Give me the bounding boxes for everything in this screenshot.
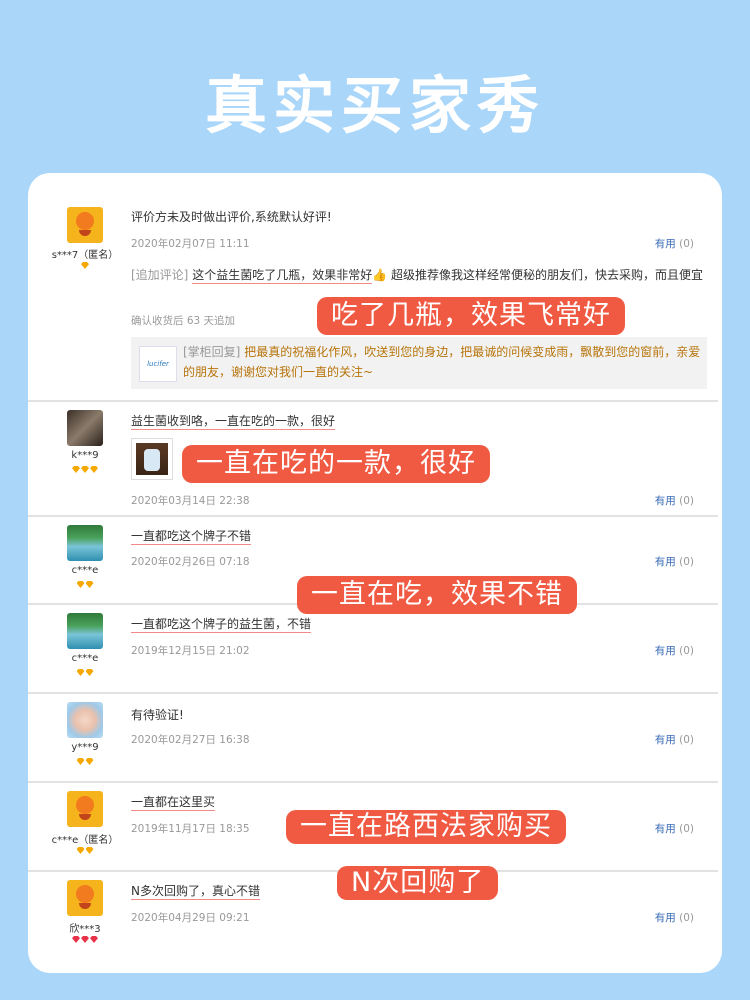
rank-gems xyxy=(28,669,142,679)
rank-gems xyxy=(28,758,142,768)
useful-button[interactable]: 有用 (0) xyxy=(655,910,694,925)
review-item: s***7（匿名） 评价方未及时做出评价,系统默认好评! 2020年02月07日… xyxy=(28,173,718,402)
gold-gem-icon xyxy=(81,466,89,473)
username: k***9 xyxy=(71,450,99,461)
reviews-card: s***7（匿名） 评价方未及时做出评价,系统默认好评! 2020年02月07日… xyxy=(28,173,722,973)
avatar[interactable] xyxy=(67,791,103,827)
gold-gem-icon xyxy=(76,847,85,854)
callout-badge: 一直在吃，效果不错 xyxy=(297,576,577,614)
callout-badge: 吃了几瓶，效果飞常好 xyxy=(317,297,625,335)
append-tag: [追加评论] xyxy=(131,268,189,282)
username: c***e（匿名） xyxy=(51,835,119,846)
review-text: 一直都在这里买 xyxy=(131,795,216,811)
avatar[interactable] xyxy=(67,525,103,561)
review-date: 2019年12月15日 21:02 xyxy=(131,645,250,657)
rank-gems xyxy=(28,847,142,857)
review-text: N多次回购了，真心不错 xyxy=(131,884,260,900)
useful-button[interactable]: 有用 (0) xyxy=(655,732,694,747)
rank-gems xyxy=(28,262,142,272)
review-photo[interactable] xyxy=(131,438,173,480)
append-highlight: 这个益生菌吃了几瓶，效果非常好 xyxy=(192,268,373,284)
avatar[interactable] xyxy=(67,207,103,243)
review-date: 2020年02月26日 07:18 xyxy=(131,556,250,568)
gold-gem-icon xyxy=(85,847,94,854)
gold-gem-icon xyxy=(72,466,80,473)
rank-gems xyxy=(28,466,142,476)
seller-reply: lucifer [掌柜回复] 把最真的祝福化作风，吹送到您的身边，把最诚的问候变… xyxy=(131,337,707,389)
red-gem-icon xyxy=(72,936,80,943)
thumbs-up-icon: 👍 xyxy=(372,268,388,282)
review-date: 2020年02月27日 16:38 xyxy=(131,734,250,746)
callout-badge: 一直在吃的一款，很好 xyxy=(182,445,490,483)
useful-button[interactable]: 有用 (0) xyxy=(655,821,694,836)
review-item: c***e 一直都吃这个牌子的益生菌，不错 2019年12月15日 21:02 … xyxy=(28,605,718,694)
username: 欣***3 xyxy=(69,924,101,935)
username: y***9 xyxy=(71,742,99,753)
avatar[interactable] xyxy=(67,410,103,446)
append-meta: 确认收货后 63 天追加 xyxy=(131,315,236,327)
callout-badge: N次回购了 xyxy=(337,866,499,900)
page-title: 真实买家秀 xyxy=(204,69,545,142)
gold-gem-icon xyxy=(90,466,98,473)
rank-gems xyxy=(28,581,142,591)
gold-gem-icon xyxy=(76,581,85,588)
useful-button[interactable]: 有用 (0) xyxy=(655,643,694,658)
review-text: 有待验证! xyxy=(131,708,184,722)
useful-button[interactable]: 有用 (0) xyxy=(655,554,694,569)
useful-button[interactable]: 有用 (0) xyxy=(655,493,694,508)
gold-gem-icon xyxy=(85,581,94,588)
username: s***7（匿名） xyxy=(51,250,119,261)
red-gem-icon xyxy=(81,936,89,943)
review-text: 益生菌收到咯，一直在吃的一款，很好 xyxy=(131,414,336,430)
review-text: 一直都吃这个牌子的益生菌，不错 xyxy=(131,617,312,633)
gold-gem-icon xyxy=(85,669,94,676)
review-date: 2019年11月17日 18:35 xyxy=(131,823,250,835)
review-date: 2020年02月07日 11:11 xyxy=(131,238,250,250)
reply-tag: [掌柜回复] xyxy=(183,345,241,359)
avatar[interactable] xyxy=(67,702,103,738)
gold-gem-icon xyxy=(81,262,89,269)
red-gem-icon xyxy=(90,936,98,943)
review-date: 2020年04月29日 09:21 xyxy=(131,912,250,924)
review-text: 一直都吃这个牌子不错 xyxy=(131,529,252,545)
appended-review: [追加评论] 这个益生菌吃了几瓶，效果非常好👍 超级推荐像我这样经常便秘的朋友们… xyxy=(131,265,711,286)
reply-text: 把最真的祝福化作风，吹送到您的身边，把最诚的问候变成雨，飘散到您的窗前，亲爱的朋… xyxy=(183,345,701,379)
useful-button[interactable]: 有用 (0) xyxy=(655,236,694,251)
review-item: y***9 有待验证! 2020年02月27日 16:38 有用 (0) xyxy=(28,694,718,783)
avatar[interactable] xyxy=(67,613,103,649)
review-text: 评价方未及时做出评价,系统默认好评! xyxy=(131,210,332,224)
shop-logo: lucifer xyxy=(139,346,177,382)
gold-gem-icon xyxy=(76,669,85,676)
username: c***e xyxy=(71,565,99,576)
callout-badge: 一直在路西法家购买 xyxy=(286,810,566,844)
gold-gem-icon xyxy=(76,758,85,765)
rank-gems xyxy=(28,936,142,946)
review-date: 2020年03月14日 22:38 xyxy=(131,495,250,507)
avatar[interactable] xyxy=(67,880,103,916)
gold-gem-icon xyxy=(85,758,94,765)
append-text: 超级推荐像我这样经常便秘的朋友们，快去采购，而且便宜 xyxy=(391,268,704,282)
username: c***e xyxy=(71,653,99,664)
